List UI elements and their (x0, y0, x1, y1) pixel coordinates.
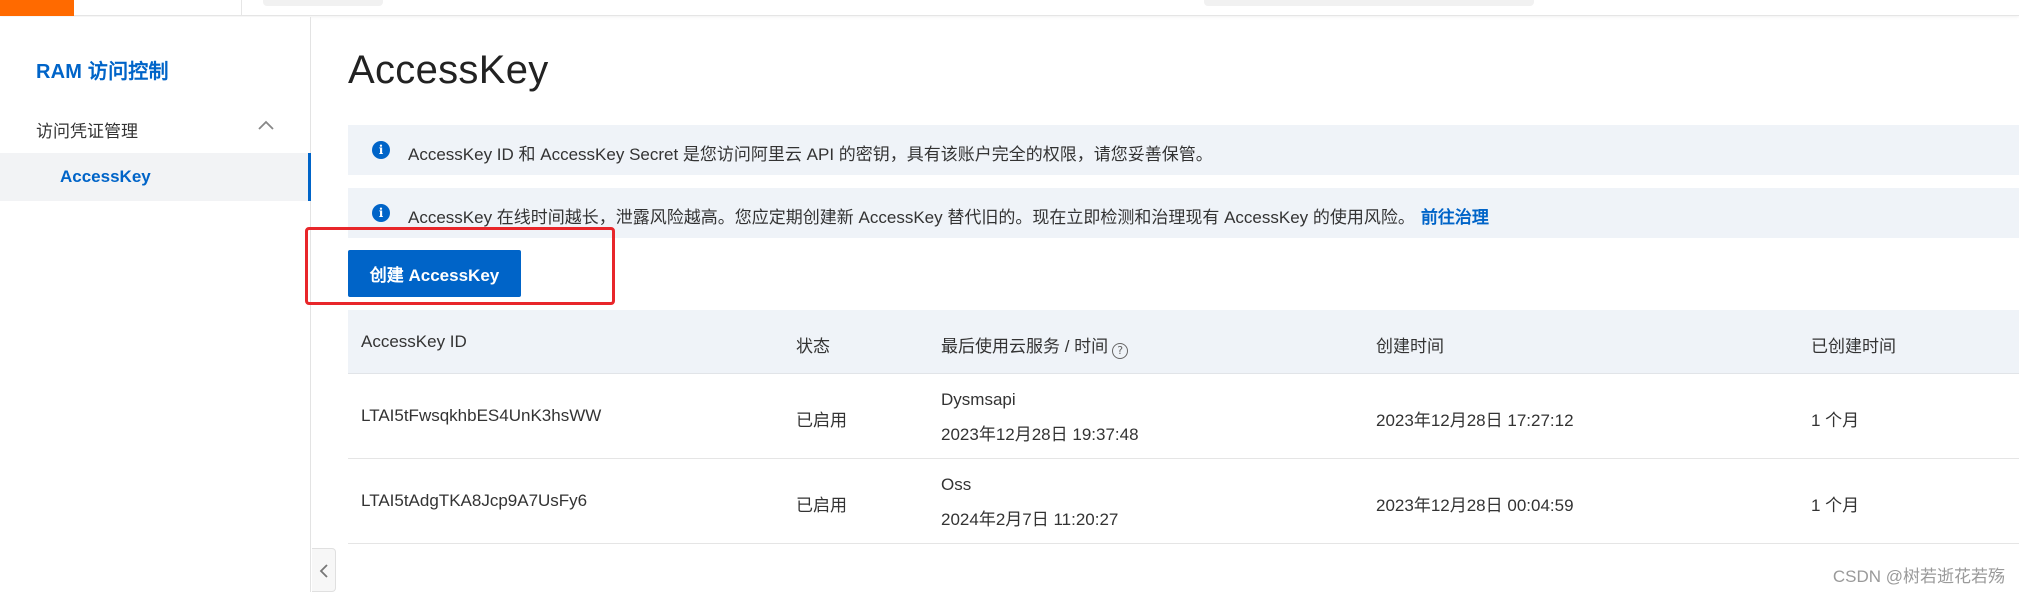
cell-created-time: 2023年12月28日 00:04:59 (1376, 496, 1574, 515)
info-icon: i (372, 204, 390, 222)
chevron-up-icon[interactable] (257, 119, 275, 131)
sidebar-collapse-button[interactable] (312, 548, 336, 592)
watermark: CSDN @树若逝花若殇 (1832, 567, 2005, 586)
sidebar-item-label: AccessKey (60, 167, 151, 186)
header-status[interactable]: 状态 (796, 332, 830, 357)
notice-text-body: AccessKey 在线时间越长，泄露风险越高。您应定期创建新 AccessKe… (408, 208, 1415, 227)
chevron-left-icon (319, 564, 328, 578)
accesskey-table: AccessKey ID 状态 最后使用云服务 / 时间? 创建时间 已创建时间… (348, 310, 2019, 544)
header-last-used-label: 最后使用云服务 / 时间 (941, 337, 1109, 356)
cell-age: 1 个月 (1811, 411, 1860, 430)
top-navbar (0, 0, 2019, 16)
top-search-bar[interactable] (1204, 0, 1534, 6)
cell-status: 已启用 (796, 496, 847, 515)
notice-text: AccessKey 在线时间越长，泄露风险越高。您应定期创建新 AccessKe… (408, 203, 1489, 228)
sidebar-title[interactable]: RAM 访问控制 (36, 55, 169, 84)
header-accesskey-id[interactable]: AccessKey ID (361, 332, 467, 352)
cell-last-time: 2023年12月28日 19:37:48 (941, 425, 1139, 444)
cell-last-time: 2024年2月7日 11:20:27 (941, 510, 1119, 529)
page-title: AccessKey (348, 48, 549, 92)
govern-link[interactable]: 前往治理 (1421, 208, 1489, 227)
cell-last-service: Dysmsapi (941, 390, 1016, 409)
sidebar: RAM 访问控制 访问凭证管理 AccessKey (0, 17, 311, 592)
info-icon: i (372, 141, 390, 159)
cell-status: 已启用 (796, 411, 847, 430)
help-circle-icon[interactable]: ? (1112, 343, 1129, 359)
notice-text: AccessKey ID 和 AccessKey Secret 是您访问阿里云 … (408, 145, 1213, 164)
cell-last-service: Oss (941, 475, 972, 494)
annotation-highlight-box (305, 227, 615, 305)
cell-age: 1 个月 (1811, 496, 1860, 515)
table-row[interactable]: LTAI5tAdgTKA8Jcp9A7UsFy6 已启用 Oss 2024年2月… (348, 459, 2019, 544)
cell-accesskey-id: LTAI5tAdgTKA8Jcp9A7UsFy6 (361, 491, 588, 510)
header-age[interactable]: 已创建时间 (1811, 332, 1896, 357)
cell-created-time: 2023年12月28日 17:27:12 (1376, 411, 1574, 430)
table-header: AccessKey ID 状态 最后使用云服务 / 时间? 创建时间 已创建时间 (348, 310, 2019, 374)
header-last-used[interactable]: 最后使用云服务 / 时间? (941, 332, 1129, 359)
top-divider (241, 0, 242, 16)
table-row[interactable]: LTAI5tFwsqkhbES4UnK3hsWW 已启用 Dysmsapi 20… (348, 374, 2019, 459)
top-workspace-selector[interactable] (263, 0, 383, 6)
aliyun-logo[interactable] (0, 0, 74, 16)
cell-accesskey-id: LTAI5tFwsqkhbES4UnK3hsWW (361, 406, 602, 425)
sidebar-item-accesskey[interactable]: AccessKey (0, 153, 311, 201)
sidebar-group-access-credentials[interactable]: 访问凭证管理 (36, 117, 138, 142)
header-created-time[interactable]: 创建时间 (1376, 332, 1444, 357)
notice-banner-secret: i AccessKey ID 和 AccessKey Secret 是您访问阿里… (348, 125, 2019, 175)
